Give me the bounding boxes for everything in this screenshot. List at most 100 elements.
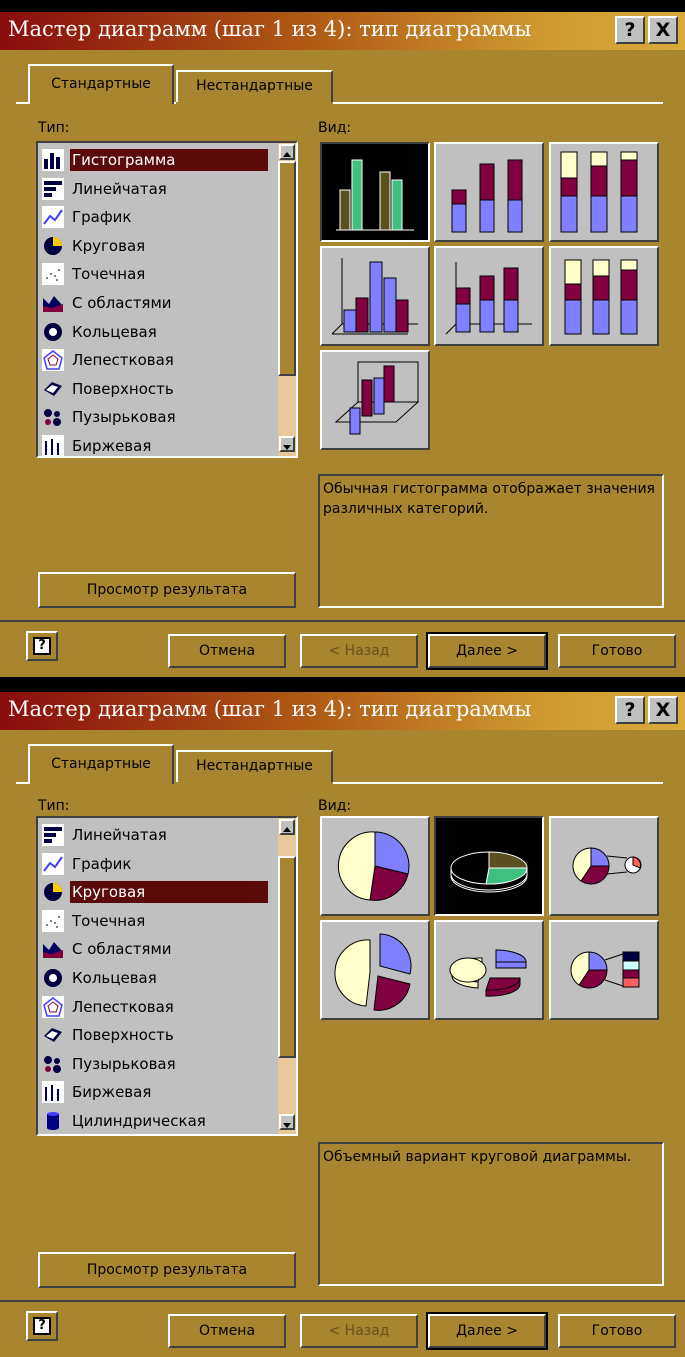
pie-chart-icon <box>42 881 64 903</box>
chart-type-list[interactable]: Линейчатая График Круговая Точечная С област… <box>36 816 298 1136</box>
list-item-label: Лепестковая <box>72 997 174 1016</box>
chart-type-list[interactable]: Гистограмма Линейчатая График Круговая Точеч… <box>36 141 298 458</box>
preview-button[interactable]: Просмотр результата <box>38 572 296 608</box>
list-item-label: Гистограмма <box>70 149 268 171</box>
list-item[interactable]: Круговая <box>40 231 276 259</box>
scroll-up-arrow-icon[interactable] <box>279 819 295 835</box>
horizontal-bar-icon <box>42 177 64 200</box>
cylinder-icon <box>42 1110 64 1132</box>
list-item-label: Биржевая <box>72 1083 152 1102</box>
list-item[interactable]: Гистограмма <box>40 145 276 173</box>
list-item-label: Биржевая <box>72 437 152 455</box>
list-scrollbar[interactable] <box>278 143 296 456</box>
list-item[interactable]: Лепестковая <box>40 345 276 373</box>
doughnut-icon <box>42 967 64 989</box>
help-icon[interactable]: ? <box>26 1311 58 1341</box>
title-bar: Мастер диаграмм (шаг 1 из 4): тип диагра… <box>0 0 685 50</box>
next-button[interactable]: Далее > <box>426 632 548 670</box>
stock-icon <box>42 1081 64 1104</box>
list-item[interactable]: Кольцевая <box>40 963 276 991</box>
type-label: Тип: <box>38 120 70 136</box>
dialog-title: Мастер диаграмм (шаг 1 из 4): тип диагра… <box>8 17 532 41</box>
list-item-label: С областями <box>72 940 172 959</box>
help-title-button[interactable]: ? <box>615 696 645 724</box>
subtype-clustered-column[interactable] <box>320 142 430 242</box>
list-item[interactable]: Лепестковая <box>40 992 276 1020</box>
next-button[interactable]: Далее > <box>426 1312 548 1350</box>
subtype-3d-stacked-column[interactable] <box>434 246 544 346</box>
subtype-exploded-pie[interactable] <box>320 920 430 1020</box>
list-item-label: Поверхность <box>72 1026 174 1045</box>
list-item[interactable]: Поверхность <box>40 1020 276 1048</box>
subtype-stacked-column[interactable] <box>434 142 544 242</box>
scatter-icon <box>42 909 64 932</box>
subtype-3d-pie[interactable] <box>434 816 544 916</box>
list-item-label: Линейчатая <box>72 179 167 198</box>
scroll-down-arrow-icon[interactable] <box>279 1114 295 1130</box>
list-item-label: Пузырьковая <box>72 1054 176 1073</box>
list-item[interactable]: График <box>40 849 276 877</box>
subtype-3d-clustered-column[interactable] <box>320 246 430 346</box>
list-item[interactable]: Биржевая <box>40 431 276 456</box>
subtype-bar-of-pie[interactable] <box>549 920 659 1020</box>
subtype-pie[interactable] <box>320 816 430 916</box>
dialog-title: Мастер диаграмм (шаг 1 из 4): тип диагра… <box>8 697 532 721</box>
tab-standard[interactable]: Стандартные <box>28 64 174 104</box>
area-chart-icon <box>42 938 64 960</box>
bubble-icon <box>42 1053 64 1075</box>
subtype-3d-column[interactable] <box>320 350 430 450</box>
help-icon[interactable]: ? <box>26 631 58 661</box>
list-item[interactable]: С областями <box>40 934 276 962</box>
list-item[interactable]: Пузырьковая <box>40 402 276 430</box>
list-item[interactable]: Точечная <box>40 259 276 287</box>
list-item-label: Круговая <box>72 236 146 255</box>
help-title-button[interactable]: ? <box>615 16 645 44</box>
list-item[interactable]: Точечная <box>40 906 276 934</box>
list-item[interactable]: Пузырьковая <box>40 1049 276 1077</box>
subtype-100-stacked-column[interactable] <box>549 142 659 242</box>
list-item[interactable]: Линейчатая <box>40 820 276 848</box>
cancel-button[interactable]: Отмена <box>168 1314 286 1348</box>
close-button[interactable]: X <box>648 696 678 724</box>
list-item[interactable]: График <box>40 202 276 230</box>
scroll-up-arrow-icon[interactable] <box>279 144 295 160</box>
tab-custom[interactable]: Нестандартные <box>176 750 333 782</box>
list-item-label: Цилиндрическая <box>72 1112 206 1130</box>
scroll-thumb[interactable] <box>278 161 296 376</box>
list-item[interactable]: С областями <box>40 288 276 316</box>
list-scrollbar[interactable] <box>278 818 296 1134</box>
radar-icon <box>42 995 64 1018</box>
view-label: Вид: <box>318 798 352 814</box>
view-label: Вид: <box>318 120 352 136</box>
list-item[interactable]: Линейчатая <box>40 174 276 202</box>
list-item-label: График <box>72 854 132 873</box>
chart-wizard-dialog: Мастер диаграмм (шаг 1 из 4): тип диагра… <box>0 0 685 677</box>
line-chart-icon <box>42 852 64 875</box>
finish-button[interactable]: Готово <box>558 1314 676 1348</box>
list-item-label: Точечная <box>72 911 146 930</box>
pie-chart-icon <box>42 235 64 257</box>
back-button[interactable]: < Назад <box>300 1314 418 1348</box>
preview-button[interactable]: Просмотр результата <box>38 1252 296 1288</box>
cancel-button[interactable]: Отмена <box>168 634 286 668</box>
list-item[interactable]: Биржевая <box>40 1077 276 1105</box>
subtype-3d-100-stacked-column[interactable] <box>549 246 659 346</box>
list-item[interactable]: Круговая <box>40 877 276 905</box>
title-bar: Мастер диаграмм (шаг 1 из 4): тип диагра… <box>0 680 685 730</box>
subtype-pie-of-pie[interactable] <box>549 816 659 916</box>
back-button[interactable]: < Назад <box>300 634 418 668</box>
chart-wizard-dialog: Мастер диаграмм (шаг 1 из 4): тип диагра… <box>0 680 685 1357</box>
list-item-label: Кольцевая <box>72 969 157 987</box>
tab-standard[interactable]: Стандартные <box>28 744 174 784</box>
list-item[interactable]: Цилиндрическая <box>40 1106 276 1134</box>
doughnut-icon <box>42 321 64 343</box>
bar-chart-icon <box>42 149 64 171</box>
close-button[interactable]: X <box>648 16 678 44</box>
list-item[interactable]: Кольцевая <box>40 317 276 345</box>
finish-button[interactable]: Готово <box>558 634 676 668</box>
scroll-down-arrow-icon[interactable] <box>279 436 295 452</box>
list-item[interactable]: Поверхность <box>40 374 276 402</box>
scroll-thumb[interactable] <box>278 856 296 1058</box>
tab-custom[interactable]: Нестандартные <box>176 70 333 102</box>
subtype-exploded-3d-pie[interactable] <box>434 920 544 1020</box>
